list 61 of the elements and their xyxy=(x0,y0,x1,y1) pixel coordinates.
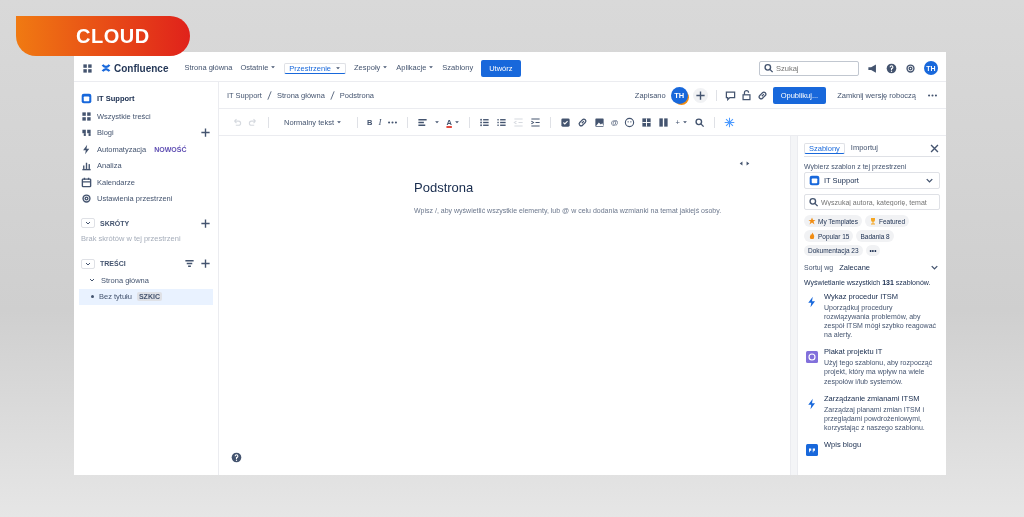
help-icon[interactable] xyxy=(886,62,897,74)
gear-icon xyxy=(81,193,92,205)
link-icon[interactable] xyxy=(576,116,588,128)
app-switcher-icon[interactable] xyxy=(82,62,93,74)
space-icon xyxy=(809,175,820,186)
calendar-icon xyxy=(81,176,92,188)
filter-icon[interactable] xyxy=(184,258,195,270)
target-icon xyxy=(806,351,818,364)
emoji-icon[interactable] xyxy=(624,116,636,128)
italic-button[interactable]: I xyxy=(378,117,382,127)
breadcrumb-separator-icon xyxy=(266,90,272,100)
settings-icon[interactable] xyxy=(905,62,916,74)
bolt-icon xyxy=(806,397,818,410)
task-icon[interactable] xyxy=(559,116,571,128)
quote-icon xyxy=(806,443,818,456)
quote-icon xyxy=(81,127,92,139)
caret-icon xyxy=(453,119,460,125)
scrollbar[interactable] xyxy=(790,136,797,475)
caret-icon xyxy=(428,64,435,70)
help-icon[interactable] xyxy=(231,452,242,463)
bolt-icon xyxy=(81,143,92,155)
caret-icon xyxy=(382,64,389,70)
image-icon[interactable] xyxy=(593,116,605,128)
close-icon[interactable] xyxy=(929,142,940,154)
star-icon xyxy=(808,217,816,225)
indent-icon[interactable] xyxy=(529,116,541,128)
breadcrumb-separator-icon xyxy=(329,90,335,100)
grid-icon xyxy=(81,110,92,122)
product-logo[interactable]: Confluence xyxy=(114,62,169,74)
add-icon[interactable] xyxy=(200,258,211,270)
add-icon[interactable] xyxy=(200,217,211,229)
caret-icon xyxy=(270,64,277,70)
collapse-toggle[interactable] xyxy=(81,218,95,229)
invite-button[interactable] xyxy=(692,87,708,103)
cloud-badge: CLOUD xyxy=(16,16,190,56)
ai-icon[interactable] xyxy=(723,116,735,128)
fire-icon xyxy=(808,232,816,240)
numbers-icon[interactable] xyxy=(495,116,507,128)
trophy-icon xyxy=(869,217,877,225)
table-icon[interactable] xyxy=(641,116,653,128)
find-icon[interactable] xyxy=(693,116,705,128)
link-icon[interactable] xyxy=(756,89,768,101)
add-icon[interactable] xyxy=(200,127,211,139)
page-title-field[interactable]: Podstrona xyxy=(414,180,776,195)
bullet-icon xyxy=(91,295,94,299)
lock-icon[interactable] xyxy=(740,89,752,101)
caret-icon xyxy=(336,119,342,125)
layout-icon[interactable] xyxy=(658,116,670,128)
megaphone-icon[interactable] xyxy=(867,62,878,74)
bolt-icon xyxy=(806,296,818,308)
collapse-toggle[interactable] xyxy=(81,258,95,269)
caret-icon[interactable] xyxy=(434,119,441,125)
caret-icon xyxy=(681,119,688,125)
space-icon xyxy=(81,92,92,104)
align-icon[interactable] xyxy=(417,116,429,128)
bullets-icon[interactable] xyxy=(478,116,490,128)
caret-icon xyxy=(335,65,342,71)
logo-icon xyxy=(101,63,111,73)
chart-icon xyxy=(81,160,92,172)
add-icon xyxy=(694,89,706,101)
comment-icon[interactable] xyxy=(724,89,736,101)
